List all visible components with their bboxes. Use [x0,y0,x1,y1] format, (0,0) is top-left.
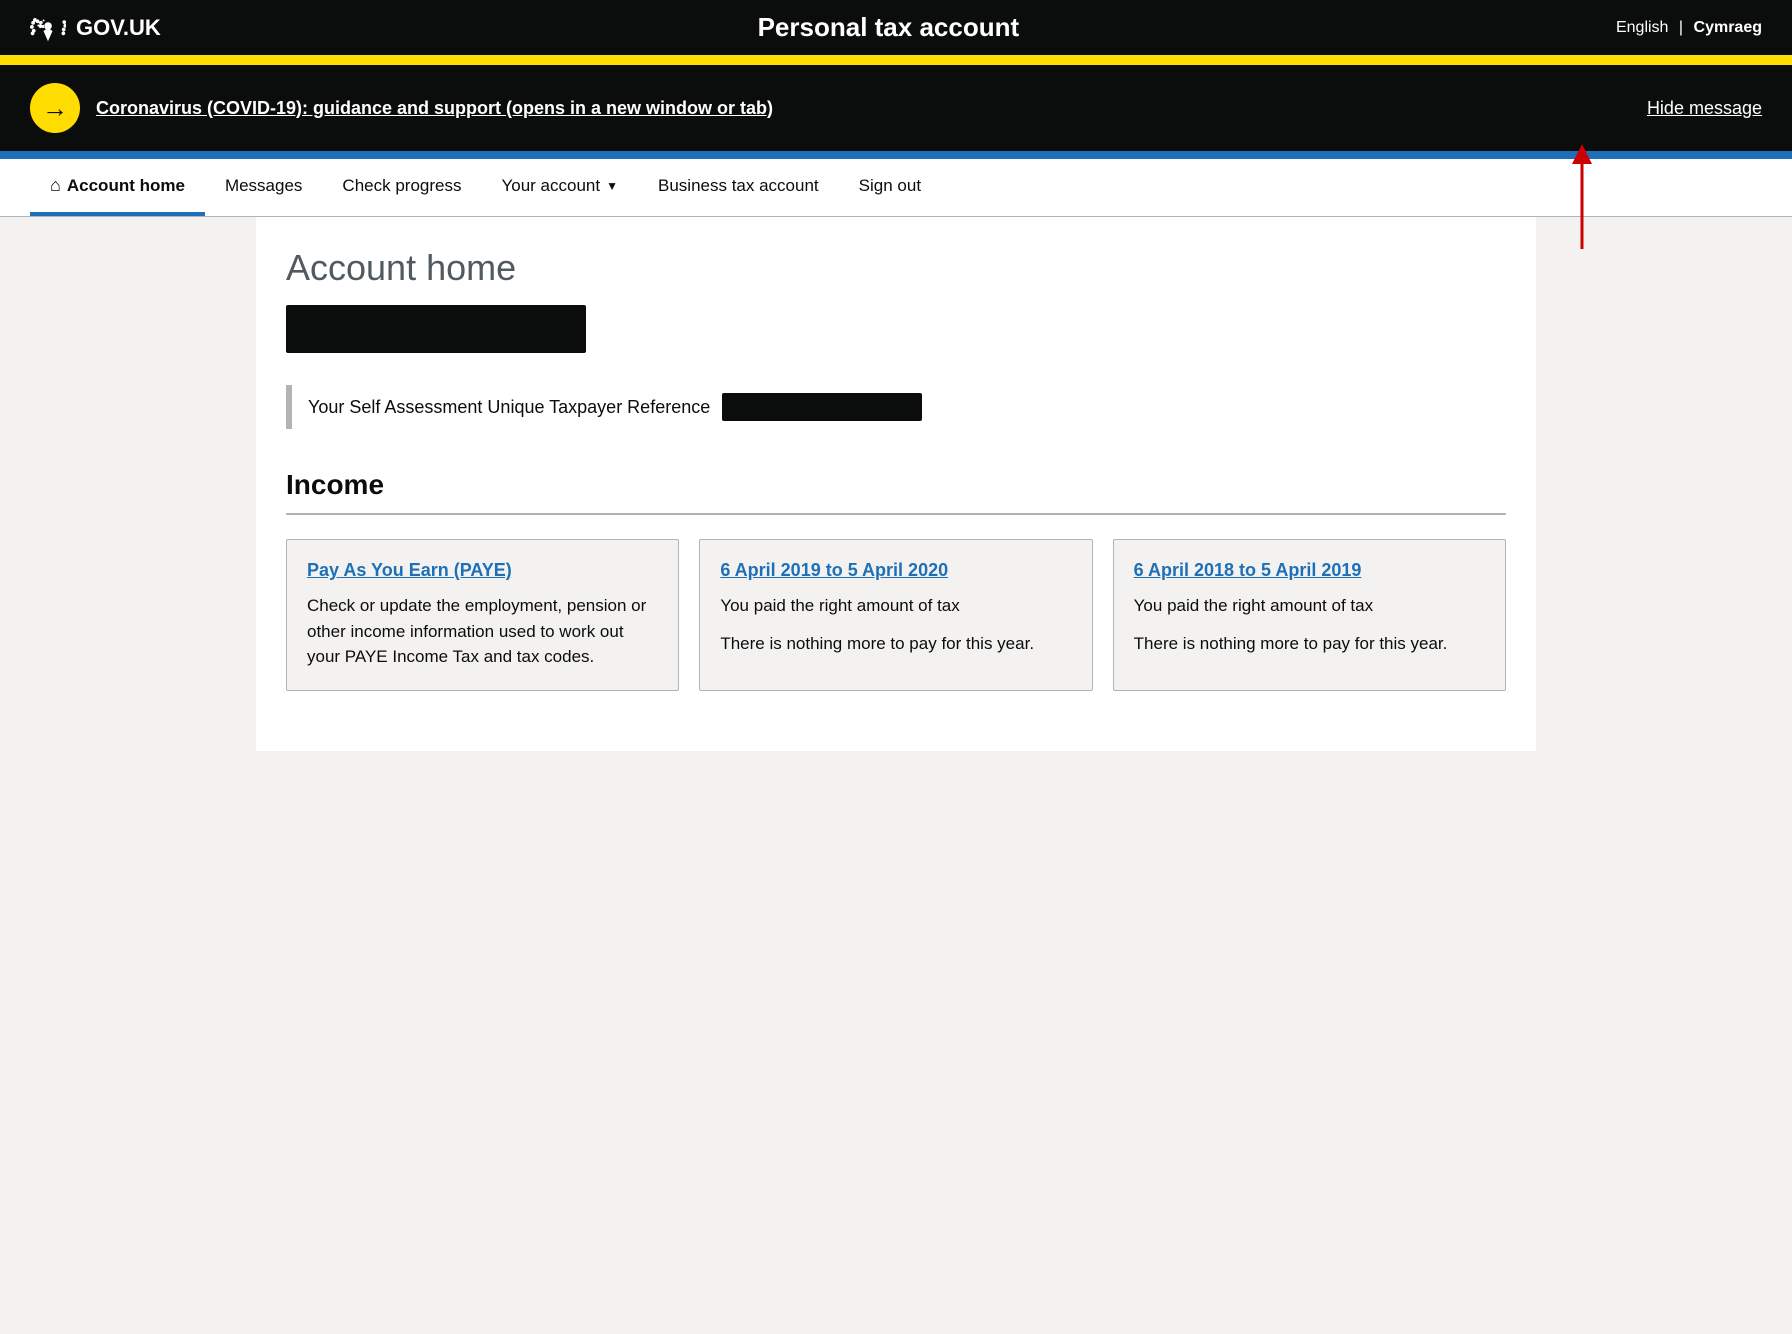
redacted-utr-value [722,393,922,421]
main-nav: ⌂ Account home Messages Check progress Y… [0,159,1792,217]
hide-message-button[interactable]: Hide message [1647,98,1762,119]
lang-english[interactable]: English [1616,19,1668,36]
card-2019-2020-title[interactable]: 6 April 2019 to 5 April 2020 [720,560,1071,581]
main-content: Account home Your Self Assessment Unique… [256,217,1536,751]
covid-link[interactable]: Coronavirus (COVID-19): guidance and sup… [96,98,1631,119]
card-2019-2020-detail: There is nothing more to pay for this ye… [720,631,1071,657]
nav-business-tax-label: Business tax account [658,176,819,196]
income-section-title: Income [286,469,1506,501]
blue-bar [0,151,1792,159]
card-paye-text: Check or update the employment, pension … [307,593,658,670]
site-header: GOV.UK Personal tax account English | Cy… [0,0,1792,55]
card-2018-2019-detail: There is nothing more to pay for this ye… [1134,631,1485,657]
nav-check-progress[interactable]: Check progress [322,159,481,216]
nav-wrapper: ⌂ Account home Messages Check progress Y… [0,159,1792,217]
income-divider [286,513,1506,515]
card-2018-2019-status: You paid the right amount of tax [1134,593,1485,619]
nav-sign-out[interactable]: Sign out [839,159,941,216]
card-2018-2019-title[interactable]: 6 April 2018 to 5 April 2019 [1134,560,1485,581]
nav-sign-out-label: Sign out [859,176,921,196]
nav-account-home-label: Account home [67,176,185,196]
lang-separator: | [1679,19,1683,36]
redacted-name-block [286,305,586,353]
chevron-down-icon: ▼ [606,179,618,193]
home-icon: ⌂ [50,175,61,196]
nav-business-tax[interactable]: Business tax account [638,159,839,216]
site-title: Personal tax account [161,12,1616,43]
nav-your-account-label: Your account [501,176,600,196]
nav-messages[interactable]: Messages [205,159,322,216]
yellow-bar [0,55,1792,65]
nav-inner: ⌂ Account home Messages Check progress Y… [0,159,1280,216]
card-2018-2019-text: You paid the right amount of tax There i… [1134,593,1485,656]
income-cards-row: Pay As You Earn (PAYE) Check or update t… [286,539,1506,691]
card-paye: Pay As You Earn (PAYE) Check or update t… [286,539,679,691]
gov-logo-text: GOV.UK [76,15,161,41]
card-2019-2020: 6 April 2019 to 5 April 2020 You paid th… [699,539,1092,691]
utr-section: Your Self Assessment Unique Taxpayer Ref… [286,385,1506,429]
lang-welsh[interactable]: Cymraeg [1694,19,1762,36]
covid-icon: → [30,83,80,133]
language-switcher: English | Cymraeg [1616,19,1762,37]
utr-label: Your Self Assessment Unique Taxpayer Ref… [308,397,710,418]
gov-logo[interactable]: GOV.UK [30,13,161,43]
card-2018-2019: 6 April 2018 to 5 April 2019 You paid th… [1113,539,1506,691]
arrow-icon: → [42,93,68,124]
nav-messages-label: Messages [225,176,302,196]
page-title: Account home [286,247,1506,289]
card-2019-2020-text: You paid the right amount of tax There i… [720,593,1071,656]
card-2019-2020-status: You paid the right amount of tax [720,593,1071,619]
nav-check-progress-label: Check progress [342,176,461,196]
card-paye-description: Check or update the employment, pension … [307,593,658,670]
card-paye-title[interactable]: Pay As You Earn (PAYE) [307,560,658,581]
nav-account-home[interactable]: ⌂ Account home [30,159,205,216]
covid-banner: → Coronavirus (COVID-19): guidance and s… [0,65,1792,151]
nav-your-account[interactable]: Your account ▼ [481,159,638,216]
